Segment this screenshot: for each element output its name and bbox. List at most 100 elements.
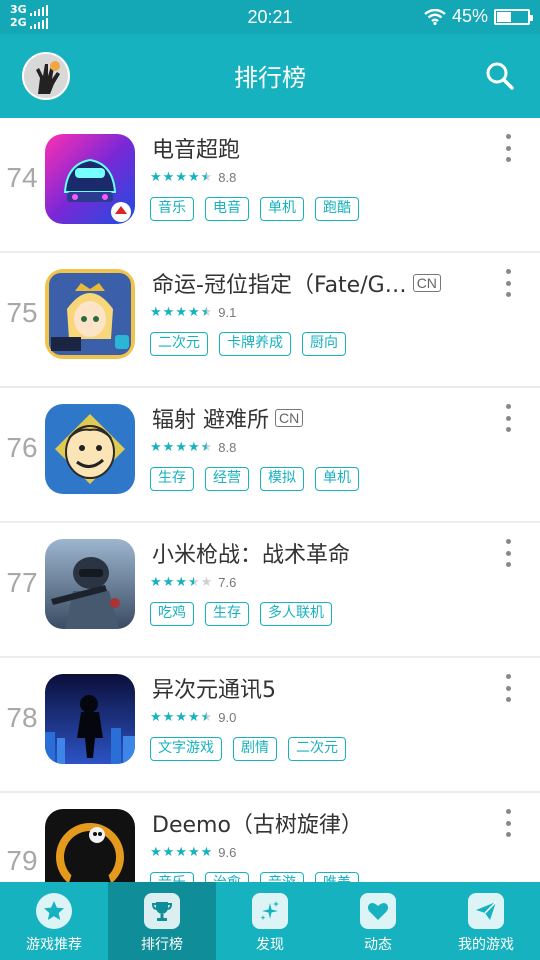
game-name[interactable]: Deemo（古树旋律） xyxy=(152,807,363,839)
game-name[interactable]: 异次元通讯5 xyxy=(152,672,276,704)
star-icon: ★ xyxy=(175,304,187,320)
tag[interactable]: 卡牌养成 xyxy=(219,332,291,356)
star-icon: ★ xyxy=(200,574,213,590)
tab-label: 游戏推荐 xyxy=(26,937,82,953)
ranking-list[interactable]: 74 电音超跑 ★ ★ ★ ★ ★ 8.8 音乐 电音 单机 跑酷 75 命运-… xyxy=(0,118,540,882)
rating: ★ ★ ★ ★ ★ 8.8 xyxy=(150,440,236,455)
tab-label: 我的游戏 xyxy=(458,937,514,953)
app-bar: 排行榜 xyxy=(0,34,540,118)
star-icon: ★ xyxy=(162,304,175,320)
star-icon: ★ xyxy=(187,439,200,455)
game-icon-fallout[interactable] xyxy=(45,404,135,494)
tag-list: 生存 经营 模拟 单机 xyxy=(150,467,359,491)
heart-icon xyxy=(360,893,396,929)
cn-badge: CN xyxy=(412,274,441,292)
star-rating: ★ ★ ★ ★ ★ xyxy=(150,844,213,860)
star-icon: ★ xyxy=(150,709,162,725)
game-icon-fate[interactable] xyxy=(45,269,135,359)
tag[interactable]: 生存 xyxy=(150,467,194,491)
rank-number: 78 xyxy=(6,702,38,733)
tab-my-games[interactable]: 我的游戏 xyxy=(432,882,540,960)
sparkle-icon xyxy=(252,893,288,929)
game-name[interactable]: 辐射 避难所 xyxy=(152,402,269,434)
list-item[interactable]: 79 Deemo（古树旋律） ★★★★★9.6 音乐治愈音游唯美 xyxy=(0,793,540,882)
tag[interactable]: 剧情 xyxy=(233,737,277,761)
star-rating: ★ ★ ★ ★ ★ xyxy=(150,709,213,725)
search-button[interactable] xyxy=(484,60,516,92)
more-icon xyxy=(505,134,511,139)
tab-discover[interactable]: 发现 xyxy=(216,882,324,960)
game-icon-dianyin[interactable] xyxy=(45,134,135,224)
star-icon: ★ xyxy=(200,439,213,455)
tab-game-recommend[interactable]: 游戏推荐 xyxy=(0,882,108,960)
list-item[interactable]: 76 辐射 避难所 CN ★ ★ ★ ★ ★ 8.8 生存 经营 模拟 单机 xyxy=(0,388,540,523)
tag[interactable]: 单机 xyxy=(315,467,359,491)
game-icon-yiciyuan[interactable] xyxy=(45,674,135,764)
star-icon: ★ xyxy=(150,574,162,590)
tab-label: 发现 xyxy=(256,937,284,953)
search-icon xyxy=(486,62,514,90)
score: 9.0 xyxy=(218,710,237,725)
star-icon: ★ xyxy=(200,844,213,860)
more-options-button[interactable] xyxy=(504,674,512,702)
more-options-button[interactable] xyxy=(504,134,512,162)
rating: ★ ★ ★ ★ ★ 7.6 xyxy=(150,575,236,590)
more-icon xyxy=(505,539,511,544)
tag[interactable]: 生存 xyxy=(205,602,249,626)
star-icon: ★ xyxy=(175,709,187,725)
tag[interactable]: 文字游戏 xyxy=(150,737,222,761)
rank-number: 76 xyxy=(6,432,38,463)
tag[interactable]: 电音 xyxy=(205,197,249,221)
tab-ranking[interactable]: 排行榜 xyxy=(108,882,216,960)
page-title: 排行榜 xyxy=(234,64,306,92)
star-rating: ★ ★ ★ ★ ★ xyxy=(150,304,212,320)
wifi-icon xyxy=(424,8,446,25)
star-icon: ★ xyxy=(175,844,187,860)
list-item[interactable]: 77 小米枪战：战术革命 ★ ★ ★ ★ ★ 7.6 吃鸡 生存 多人联机 xyxy=(0,523,540,658)
star-icon: ★ xyxy=(150,439,162,455)
score: 9.6 xyxy=(218,845,237,860)
tag[interactable]: 多人联机 xyxy=(260,602,332,626)
star-icon: ★ xyxy=(200,709,213,725)
tag[interactable]: 治愈 xyxy=(205,872,249,882)
more-options-button[interactable] xyxy=(504,539,512,567)
tag[interactable]: 厨向 xyxy=(302,332,346,356)
star-icon: ★ xyxy=(162,844,175,860)
list-item[interactable]: 78 异次元通讯5 ★ ★ ★ ★ ★ 9.0 文字游戏 剧情 二次元 xyxy=(0,658,540,793)
tag-list: 吃鸡 生存 多人联机 xyxy=(150,602,332,626)
list-item[interactable]: 75 命运-冠位指定（Fate/G… CN ★ ★ ★ ★ ★ 9.1 二次元 卡牌养成 厨向 xyxy=(0,253,540,388)
tag[interactable]: 音乐 xyxy=(150,197,194,221)
tag[interactable]: 音游 xyxy=(260,872,304,882)
game-name[interactable]: 命运-冠位指定（Fate/G… xyxy=(152,267,407,299)
tag[interactable]: 二次元 xyxy=(150,332,208,356)
anime-knight-icon xyxy=(45,269,135,359)
status-bar: 3G 2G 20:21 45% xyxy=(0,0,540,34)
game-name[interactable]: 电音超跑 xyxy=(152,132,240,164)
game-icon-xiaomi-gunfight[interactable] xyxy=(45,539,135,629)
tag[interactable]: 音乐 xyxy=(150,872,194,882)
tag[interactable]: 跑酷 xyxy=(315,197,359,221)
more-icon xyxy=(505,674,511,679)
game-icon-deemo[interactable] xyxy=(45,809,135,882)
tag[interactable]: 二次元 xyxy=(288,737,346,761)
star-icon: ★ xyxy=(200,169,213,185)
star-icon: ★ xyxy=(175,574,187,590)
more-options-button[interactable] xyxy=(504,809,512,837)
tag[interactable]: 经营 xyxy=(205,467,249,491)
tag[interactable]: 吃鸡 xyxy=(150,602,194,626)
more-options-button[interactable] xyxy=(504,404,512,432)
rating: ★ ★ ★ ★ ★ 8.8 xyxy=(150,170,236,185)
star-icon: ★ xyxy=(187,304,200,320)
rating: ★ ★ ★ ★ ★ 9.0 xyxy=(150,710,236,725)
tab-activity[interactable]: 动态 xyxy=(324,882,432,960)
rating: ★ ★ ★ ★ ★ 9.1 xyxy=(150,305,236,320)
more-options-button[interactable] xyxy=(504,269,512,297)
tag[interactable]: 唯美 xyxy=(315,872,359,882)
tag[interactable]: 模拟 xyxy=(260,467,304,491)
more-icon xyxy=(505,404,511,409)
tag[interactable]: 单机 xyxy=(260,197,304,221)
list-item[interactable]: 74 电音超跑 ★ ★ ★ ★ ★ 8.8 音乐 电音 单机 跑酷 xyxy=(0,118,540,253)
star-icon: ★ xyxy=(187,574,200,590)
game-name[interactable]: 小米枪战：战术革命 xyxy=(152,537,350,569)
star-icon: ★ xyxy=(150,304,162,320)
